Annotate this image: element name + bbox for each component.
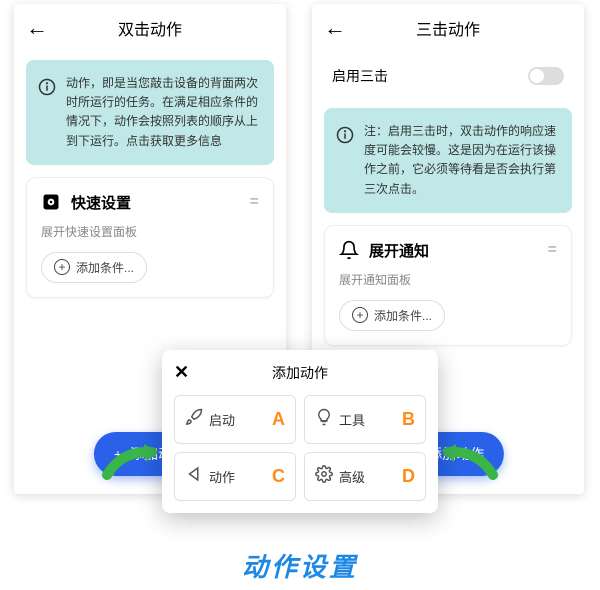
info-icon	[336, 126, 354, 149]
arrow-left-icon	[102, 440, 162, 480]
add-condition-button[interactable]: + 添加条件...	[41, 252, 147, 283]
card-subtitle: 展开通知面板	[339, 271, 557, 288]
dialog-option-advanced[interactable]: 高级 D	[304, 452, 426, 501]
toggle-row[interactable]: 启用三击	[312, 52, 584, 100]
back-button[interactable]: ←	[324, 15, 348, 41]
option-label: 高级	[339, 467, 365, 486]
card-title: 展开通知	[369, 240, 538, 261]
add-condition-label: 添加条件...	[76, 259, 134, 276]
action-card[interactable]: 展开通知 = 展开通知面板 + 添加条件...	[324, 225, 572, 346]
page-title: 三击动作	[348, 16, 548, 40]
option-tag: A	[272, 409, 285, 430]
add-condition-label: 添加条件...	[374, 307, 432, 324]
toggle-switch[interactable]	[528, 67, 564, 85]
card-subtitle: 展开快速设置面板	[41, 223, 259, 240]
header: ← 三击动作	[312, 4, 584, 52]
info-text: 注：启用三击时，双击动作的响应速度可能会较慢。这是因为在运行该操作之前，它必须等…	[364, 122, 560, 199]
option-tag: D	[402, 466, 415, 487]
triangle-icon	[185, 465, 203, 488]
gear-icon	[315, 465, 333, 488]
option-label: 工具	[339, 410, 365, 429]
add-condition-button[interactable]: + 添加条件...	[339, 300, 445, 331]
drag-handle-icon[interactable]: =	[250, 193, 259, 211]
action-card[interactable]: 快速设置 = 展开快速设置面板 + 添加条件...	[26, 177, 274, 298]
close-button[interactable]: ✕	[174, 362, 194, 383]
info-icon	[38, 78, 56, 101]
plus-icon: +	[352, 307, 368, 323]
info-banner[interactable]: 动作，即是当您敲击设备的背面两次时所运行的任务。在满足相应条件的情况下，动作会按…	[26, 60, 274, 165]
dialog-title: 添加动作	[194, 363, 406, 383]
settings-icon	[41, 192, 61, 212]
option-label: 动作	[209, 467, 235, 486]
arrow-right-icon	[438, 440, 498, 480]
info-banner[interactable]: 注：启用三击时，双击动作的响应速度可能会较慢。这是因为在运行该操作之前，它必须等…	[324, 108, 572, 213]
dialog-option-actions[interactable]: 动作 C	[174, 452, 296, 501]
option-tag: C	[272, 466, 285, 487]
bell-icon	[339, 240, 359, 260]
drag-handle-icon[interactable]: =	[548, 241, 557, 259]
plus-icon: +	[54, 259, 70, 275]
add-action-dialog: ✕ 添加动作 启动 A 工具 B 动作 C 高级 D	[162, 350, 438, 513]
back-button[interactable]: ←	[26, 15, 50, 41]
page-title: 双击动作	[50, 16, 250, 40]
header: ← 双击动作	[14, 4, 286, 52]
option-tag: B	[402, 409, 415, 430]
card-title: 快速设置	[71, 192, 240, 213]
dialog-option-launch[interactable]: 启动 A	[174, 395, 296, 444]
toggle-label: 启用三击	[332, 66, 388, 86]
info-text: 动作，即是当您敲击设备的背面两次时所运行的任务。在满足相应条件的情况下，动作会按…	[66, 74, 262, 151]
footer-caption: 动作设置	[0, 547, 600, 584]
option-label: 启动	[209, 410, 235, 429]
dialog-option-tools[interactable]: 工具 B	[304, 395, 426, 444]
lightbulb-icon	[315, 408, 333, 431]
rocket-icon	[185, 408, 203, 431]
